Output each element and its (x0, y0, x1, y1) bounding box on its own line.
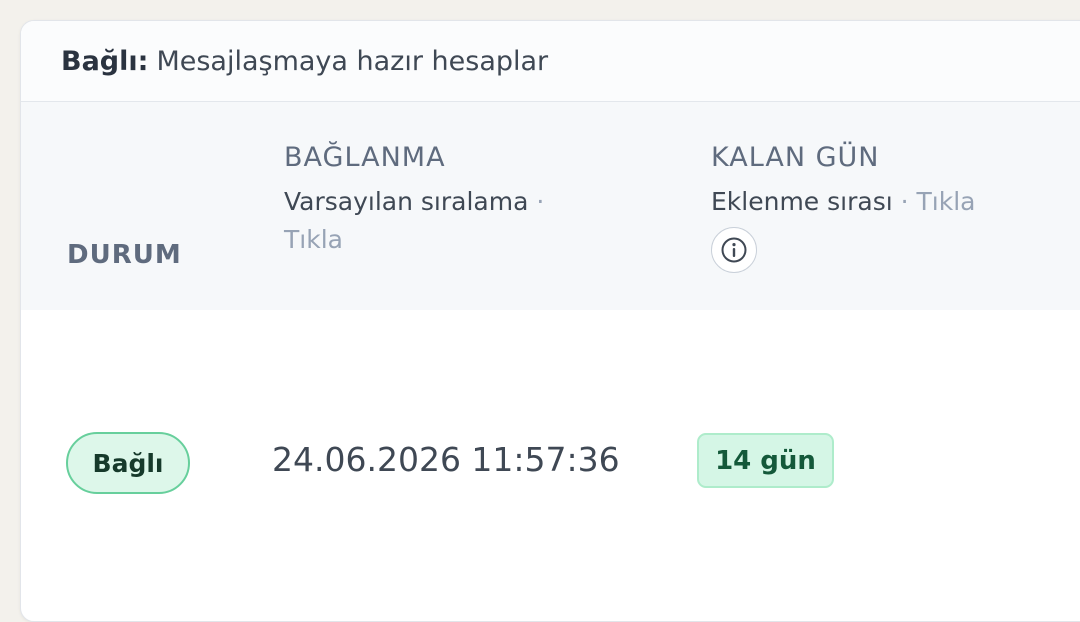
column-header-status: DURUM (67, 240, 182, 270)
table-row: Bağlı 24.06.2026 11:57:36 14 gün (21, 426, 1080, 506)
remaining-sort-control[interactable]: Eklenme sırası · Tıkla (711, 183, 1031, 221)
header-description: Mesajlaşmaya hazır hesaplar (156, 45, 549, 77)
status-badge: Bağlı (66, 432, 190, 494)
remaining-sort-click[interactable]: Tıkla (917, 187, 976, 216)
connection-sort-click[interactable]: Tıkla (284, 225, 343, 254)
column-header-connection[interactable]: BAĞLANMA Varsayılan sıralama · Tıkla (284, 142, 584, 259)
accounts-card: Bağlı: Mesajlaşmaya hazır hesaplar DURUM… (20, 20, 1080, 622)
column-header-connection-label: BAĞLANMA (284, 142, 446, 173)
connected-at-cell: 24.06.2026 11:57:36 (272, 440, 620, 479)
card-header: Bağlı: Mesajlaşmaya hazır hesaplar (21, 21, 1080, 102)
remaining-days-badge: 14 gün (697, 433, 834, 488)
connection-sort-control[interactable]: Varsayılan sıralama · Tıkla (284, 183, 584, 259)
column-header-status-label: DURUM (67, 240, 182, 270)
info-icon (721, 237, 747, 263)
connection-sort-text: Varsayılan sıralama (284, 187, 529, 216)
header-strong-label: Bağlı: (61, 45, 149, 77)
info-button[interactable] (711, 227, 757, 273)
column-header-remaining-label: KALAN GÜN (711, 142, 880, 173)
remaining-sort-separator: · (900, 187, 909, 216)
table-header: DURUM BAĞLANMA Varsayılan sıralama · Tık… (21, 102, 1080, 310)
connection-sort-separator: · (536, 187, 545, 216)
remaining-sort-text: Eklenme sırası (711, 187, 893, 216)
column-header-remaining[interactable]: KALAN GÜN Eklenme sırası · Tıkla (711, 142, 1031, 273)
